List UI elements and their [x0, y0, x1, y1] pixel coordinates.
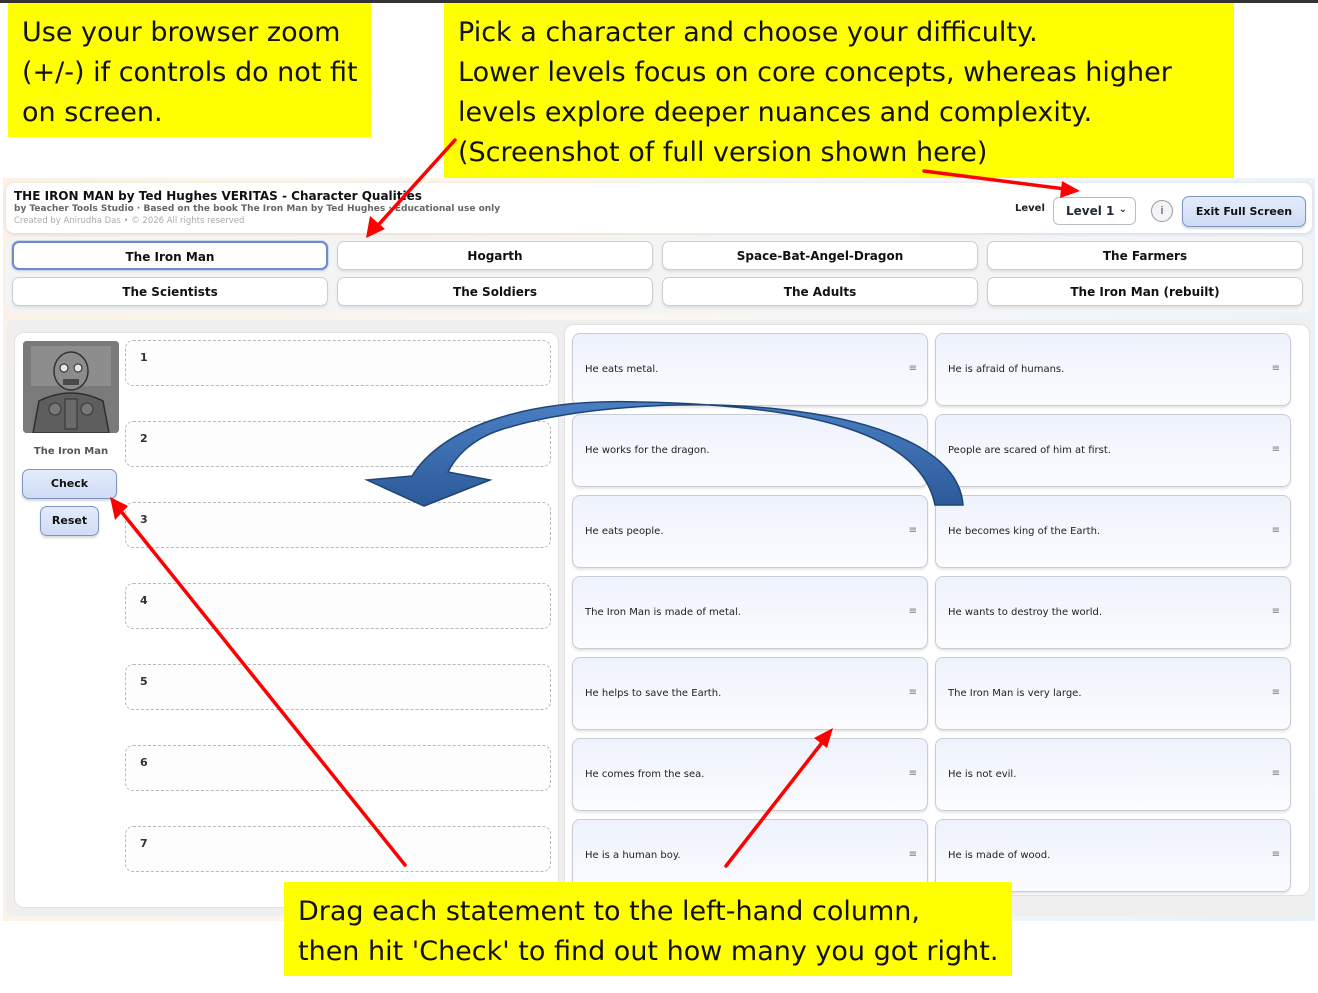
slot-number: 7: [140, 837, 148, 850]
statement-card[interactable]: He eats people. ≡: [572, 495, 928, 568]
drag-handle-icon: ≡: [908, 525, 917, 536]
statement-text: He is not evil.: [948, 769, 1017, 780]
app-credit: Created by Anirudha Das • © 2026 All rig…: [14, 216, 245, 226]
activity-board: The Iron Man Check Reset 1 2 3 4 5 6 7 H…: [6, 320, 1312, 916]
drop-slot[interactable]: 6: [125, 745, 551, 791]
statement-card[interactable]: He is not evil. ≡: [935, 738, 1291, 811]
zoom-hint-callout: Use your browser zoom (+/-) if controls …: [8, 3, 371, 137]
callout-line: (+/-) if controls do not fit: [22, 57, 358, 88]
app-subtitle: by Teacher Tools Studio · Based on the b…: [14, 204, 501, 214]
character-button-soldiers[interactable]: The Soldiers: [337, 277, 653, 306]
selected-character-name: The Iron Man: [33, 446, 109, 457]
callout-line: (Screenshot of full version shown here): [458, 137, 988, 168]
statement-text: He wants to destroy the world.: [948, 607, 1103, 618]
callout-line: Use your browser zoom: [22, 17, 341, 48]
character-button-scientists[interactable]: The Scientists: [12, 277, 328, 306]
app-title: THE IRON MAN by Ted Hughes VERITAS - Cha…: [14, 189, 422, 203]
app-header: THE IRON MAN by Ted Hughes VERITAS - Cha…: [6, 183, 1312, 233]
statement-text: The Iron Man is very large.: [948, 688, 1082, 699]
statement-text: He eats people.: [585, 526, 664, 537]
statement-text: He comes from the sea.: [585, 769, 705, 780]
statement-card[interactable]: He becomes king of the Earth. ≡: [935, 495, 1291, 568]
drag-handle-icon: ≡: [908, 849, 917, 860]
callout-line: then hit 'Check' to find out how many yo…: [298, 936, 999, 967]
drag-handle-icon: ≡: [1271, 363, 1280, 374]
statement-text: He helps to save the Earth.: [585, 688, 722, 699]
drag-handle-icon: ≡: [1271, 849, 1280, 860]
drag-handle-icon: ≡: [908, 687, 917, 698]
slot-number: 6: [140, 756, 148, 769]
reset-button[interactable]: Reset: [40, 506, 99, 536]
statement-card[interactable]: People are scared of him at first. ≡: [935, 414, 1291, 487]
level-label: Level: [1015, 203, 1045, 214]
callout-line: Drag each statement to the left-hand col…: [298, 896, 920, 927]
chevron-down-icon: ⌄: [1118, 204, 1127, 215]
statement-card[interactable]: The Iron Man is very large. ≡: [935, 657, 1291, 730]
statement-text: He is a human boy.: [585, 850, 681, 861]
slot-number: 5: [140, 675, 148, 688]
statement-card[interactable]: He works for the dragon. ≡: [572, 414, 928, 487]
drag-handle-icon: ≡: [1271, 444, 1280, 455]
statement-text: He is made of wood.: [948, 850, 1051, 861]
character-selector: The Iron Man Hogarth Space-Bat-Angel-Dra…: [6, 237, 1312, 313]
statement-text: He becomes king of the Earth.: [948, 526, 1101, 537]
character-hint-callout: Pick a character and choose your difficu…: [444, 3, 1234, 178]
character-button-iron-man[interactable]: The Iron Man: [12, 241, 328, 270]
drop-slot[interactable]: 5: [125, 664, 551, 710]
check-button[interactable]: Check: [22, 469, 117, 499]
level-select[interactable]: Level 1 ⌄: [1053, 197, 1136, 225]
level-value: Level 1: [1066, 204, 1115, 218]
character-button-hogarth[interactable]: Hogarth: [337, 241, 653, 270]
statement-card[interactable]: He eats metal. ≡: [572, 333, 928, 406]
statement-card[interactable]: He comes from the sea. ≡: [572, 738, 928, 811]
drag-handle-icon: ≡: [908, 606, 917, 617]
statement-text: He works for the dragon.: [585, 445, 710, 456]
slot-number: 3: [140, 513, 148, 526]
statement-text: He is afraid of humans.: [948, 364, 1065, 375]
info-button[interactable]: i: [1151, 200, 1173, 222]
statement-text: He eats metal.: [585, 364, 659, 375]
character-button-iron-man-rebuilt[interactable]: The Iron Man (rebuilt): [987, 277, 1303, 306]
slot-number: 4: [140, 594, 148, 607]
statement-bank: He eats metal. ≡ He works for the dragon.…: [564, 324, 1310, 896]
drag-handle-icon: ≡: [1271, 687, 1280, 698]
callout-line: on screen.: [22, 97, 163, 128]
drag-handle-icon: ≡: [908, 444, 917, 455]
exit-full-screen-button[interactable]: Exit Full Screen: [1182, 196, 1306, 227]
drag-handle-icon: ≡: [908, 768, 917, 779]
drop-slot[interactable]: 2: [125, 421, 551, 467]
statement-text: The Iron Man is made of metal.: [585, 607, 741, 618]
statement-card[interactable]: He helps to save the Earth. ≡: [572, 657, 928, 730]
answer-column: The Iron Man Check Reset 1 2 3 4 5 6 7: [14, 332, 559, 908]
character-button-adults[interactable]: The Adults: [662, 277, 978, 306]
character-portrait: [23, 341, 119, 433]
drag-handle-icon: ≡: [908, 363, 917, 374]
drop-slot[interactable]: 4: [125, 583, 551, 629]
callout-line: Lower levels focus on core concepts, whe…: [458, 57, 1172, 88]
drop-slot[interactable]: 7: [125, 826, 551, 872]
slot-number: 2: [140, 432, 148, 445]
drag-handle-icon: ≡: [1271, 525, 1280, 536]
character-button-farmers[interactable]: The Farmers: [987, 241, 1303, 270]
drop-slot[interactable]: 1: [125, 340, 551, 386]
drag-hint-callout: Drag each statement to the left-hand col…: [284, 882, 1012, 976]
drag-handle-icon: ≡: [1271, 768, 1280, 779]
callout-line: levels explore deeper nuances and comple…: [458, 97, 1093, 128]
statement-card[interactable]: He is afraid of humans. ≡: [935, 333, 1291, 406]
callout-line: Pick a character and choose your difficu…: [458, 17, 1038, 48]
app-window: THE IRON MAN by Ted Hughes VERITAS - Cha…: [3, 178, 1315, 921]
iron-man-portrait-image: [23, 341, 119, 433]
statement-card[interactable]: He wants to destroy the world. ≡: [935, 576, 1291, 649]
character-button-dragon[interactable]: Space-Bat-Angel-Dragon: [662, 241, 978, 270]
drop-slot[interactable]: 3: [125, 502, 551, 548]
slot-number: 1: [140, 351, 148, 364]
drag-handle-icon: ≡: [1271, 606, 1280, 617]
statement-card[interactable]: The Iron Man is made of metal. ≡: [572, 576, 928, 649]
statement-text: People are scared of him at first.: [948, 445, 1111, 456]
